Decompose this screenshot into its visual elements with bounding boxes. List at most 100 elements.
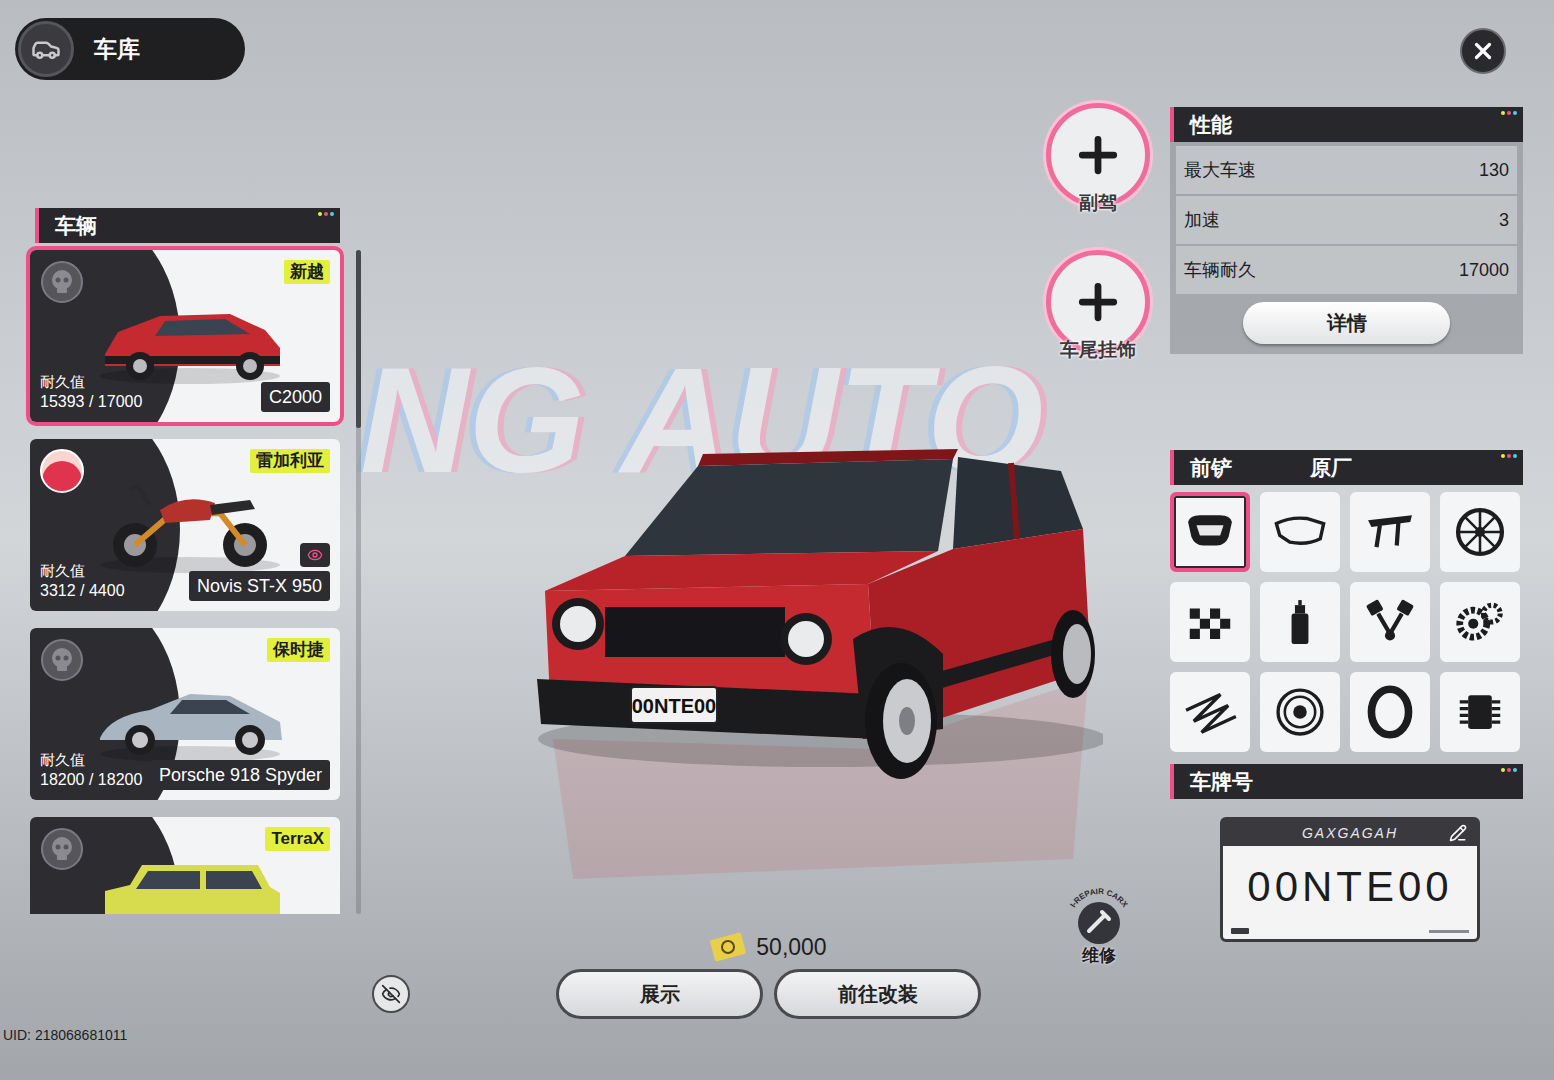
vehicle-brand: TerraX — [265, 827, 330, 851]
vehicle-panel-title: 车辆 — [55, 210, 97, 242]
accessory-slot[interactable]: 副驾 — [1046, 103, 1150, 218]
vehicle-card[interactable]: TerraX — [30, 817, 340, 914]
engine-piston-icon — [1363, 595, 1417, 649]
durability-value: 18200 / 18200 — [40, 770, 142, 790]
currency-amount: 50,000 — [756, 930, 826, 965]
garage-icon — [31, 34, 61, 64]
part-slot[interactable] — [1170, 672, 1250, 752]
action-button[interactable]: 前往改装 — [774, 969, 981, 1019]
eye-icon — [307, 547, 323, 563]
vehicle-brand: 保时捷 — [267, 638, 330, 662]
part-slot[interactable] — [1440, 582, 1520, 662]
vehicle-brand: 雷加利亚 — [250, 449, 330, 473]
vehicle-picture-icon — [90, 654, 290, 766]
stat-value: 17000 — [1459, 257, 1509, 284]
vehicle-picture-icon — [90, 843, 290, 914]
plate-brand: GAXGAGAH — [1302, 823, 1398, 844]
performance-header: 性能 — [1170, 107, 1523, 142]
durability-label: 耐久值 — [40, 372, 142, 392]
header-dots-icon — [1501, 768, 1517, 772]
vehicle-name: Porsche 918 Spyder — [151, 760, 330, 790]
currency-ticket-icon — [708, 932, 748, 962]
vehicle-card[interactable]: 保时捷耐久值18200 / 18200 Porsche 918 Spyder — [30, 628, 340, 800]
stat-label: 车辆耐久 — [1184, 257, 1256, 284]
plus-icon — [1071, 275, 1125, 329]
vehicle-brand: 新越 — [284, 260, 330, 284]
owner-placeholder-icon — [40, 638, 84, 682]
accessory-slot[interactable]: 车尾挂饰 — [1046, 250, 1150, 365]
owner-placeholder-icon — [40, 827, 84, 871]
stat-row: 车辆耐久 17000 — [1176, 246, 1517, 294]
vehicle-name: Novis ST-X 950 — [189, 571, 330, 601]
hide-ui-button[interactable] — [372, 975, 410, 1013]
vehicle-picture-icon — [90, 465, 290, 577]
rear-bumper-icon — [1273, 505, 1327, 559]
parts-grid — [1170, 492, 1523, 752]
garage-title: 车库 — [94, 32, 140, 67]
tire-icon — [1363, 685, 1417, 739]
part-slot[interactable] — [1440, 672, 1520, 752]
livery-icon — [1183, 595, 1237, 649]
vehicle-card[interactable]: 雷加利亚耐久值3312 / 4400 Novis ST-X 950 — [30, 439, 340, 611]
brake-disc-icon — [1273, 685, 1327, 739]
front-bumper-icon — [1183, 505, 1237, 559]
accessory-slot-label: 车尾挂饰 — [1060, 336, 1136, 365]
garage-screen: NG AUTO车库车辆新越耐久值15393 / 17000C2000雷加利亚耐久… — [0, 0, 1554, 1080]
edit-plate-icon — [1449, 824, 1467, 842]
license-plate[interactable]: GAXGAGAH 00NTE00 — [1220, 817, 1480, 942]
uid-label: UID: 218068681011 — [3, 1025, 370, 1046]
parts-header: 前铲 原厂 — [1170, 450, 1523, 485]
header-dots-icon — [1501, 454, 1517, 458]
showcase-car[interactable]: 00NTE00 — [533, 439, 1103, 879]
hide-ui-icon — [381, 984, 401, 1004]
view-badge — [300, 543, 330, 567]
spray-paint-icon — [1273, 595, 1327, 649]
part-slot[interactable] — [1440, 492, 1520, 572]
parts-category: 前铲 — [1190, 452, 1232, 484]
close-button[interactable] — [1460, 28, 1506, 74]
wheel-icon — [1453, 505, 1507, 559]
part-slot[interactable] — [1350, 582, 1430, 662]
svg-text:00NTE00: 00NTE00 — [631, 695, 716, 717]
vehicle-list[interactable]: 新越耐久值15393 / 17000C2000雷加利亚耐久值3312 / 440… — [26, 246, 344, 914]
part-slot[interactable] — [1170, 492, 1250, 572]
repair-label: 维修 — [1082, 943, 1116, 969]
stat-row: 最大车速 130 — [1176, 146, 1517, 194]
durability-label: 耐久值 — [40, 561, 125, 581]
plus-icon — [1071, 128, 1125, 182]
part-slot[interactable] — [1350, 672, 1430, 752]
performance-title: 性能 — [1190, 109, 1232, 141]
durability-label: 耐久值 — [40, 750, 142, 770]
vehicle-list-scrollbar[interactable] — [356, 250, 361, 914]
stat-value: 130 — [1479, 157, 1509, 184]
durability-value: 3312 / 4400 — [40, 581, 125, 601]
vehicle-card[interactable]: 新越耐久值15393 / 17000 C2000 — [30, 250, 340, 422]
header-dots-icon — [1501, 111, 1517, 115]
vehicle-picture-icon — [90, 276, 290, 388]
stat-row: 加速 3 — [1176, 196, 1517, 244]
durability-value: 15393 / 17000 — [40, 392, 142, 412]
transmission-gear-icon — [1453, 595, 1507, 649]
action-button[interactable]: 展示 — [556, 969, 763, 1019]
repair-icon: I-REPAIR CARX — [1058, 879, 1140, 949]
currency-display: 50,000 — [635, 930, 900, 969]
stat-label: 加速 — [1184, 207, 1220, 234]
plate-number: 00NTE00 — [1247, 857, 1452, 917]
vehicle-panel-header: 车辆 — [35, 208, 340, 243]
part-slot[interactable] — [1170, 582, 1250, 662]
details-button[interactable]: 详情 — [1243, 302, 1450, 344]
repair-button[interactable]: I-REPAIR CARX维修 — [1058, 879, 1140, 969]
stat-value: 3 — [1499, 207, 1509, 234]
vehicle-name: C2000 — [261, 382, 330, 412]
accessory-slot-label: 副驾 — [1079, 189, 1117, 218]
plate-header: 车牌号 — [1170, 764, 1523, 799]
part-slot[interactable] — [1350, 492, 1430, 572]
part-slot[interactable] — [1260, 582, 1340, 662]
plate-title: 车牌号 — [1190, 766, 1253, 798]
part-slot[interactable] — [1260, 672, 1340, 752]
garage-title-pill: 车库 — [15, 18, 245, 80]
parts-option: 原厂 — [1310, 452, 1352, 484]
part-slot[interactable] — [1260, 492, 1340, 572]
stat-label: 最大车速 — [1184, 157, 1256, 184]
header-dots-icon — [318, 212, 334, 216]
